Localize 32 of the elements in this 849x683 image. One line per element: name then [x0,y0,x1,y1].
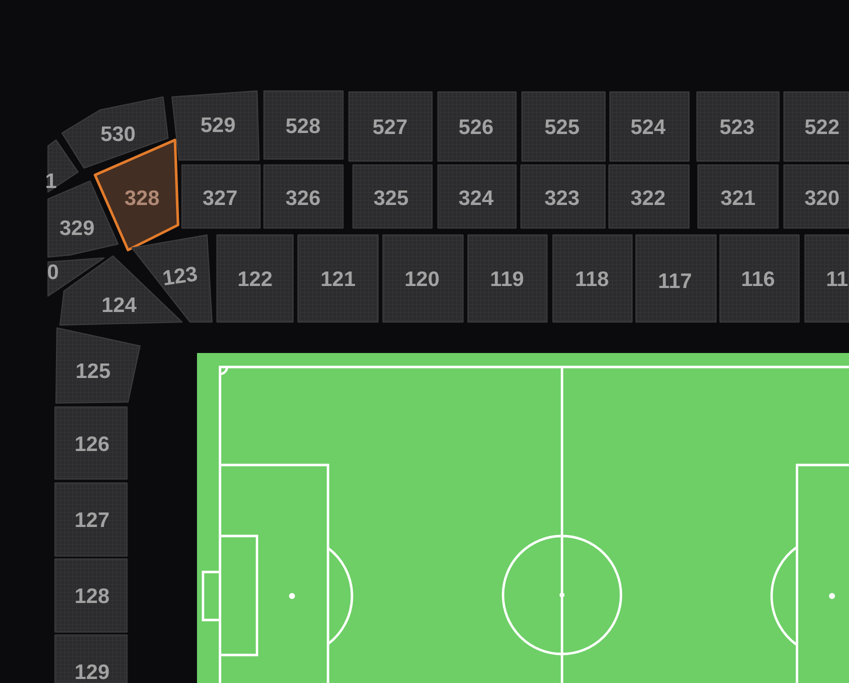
seat-section[interactable]: 1 [45,139,79,193]
seat-section[interactable]: 127 [54,482,128,557]
seat-section[interactable]: 119 [467,234,548,323]
seat-section[interactable]: 125 [55,327,141,404]
seat-section[interactable]: 129 [54,634,128,683]
seat-section[interactable]: 323 [520,164,606,229]
seat-section[interactable]: 522 [783,91,849,162]
seat-section[interactable]: 526 [437,91,517,162]
seat-section[interactable]: 324 [437,164,517,229]
seat-section[interactable]: 11 [804,234,849,323]
seat-section[interactable]: 320 [783,164,849,229]
seat-section[interactable]: 529 [171,90,260,161]
seat-section[interactable]: 121 [297,234,379,323]
seat-section[interactable]: 120 [382,234,464,323]
seat-section[interactable]: 528 [263,90,344,160]
seat-section[interactable]: 322 [608,164,690,229]
seat-section[interactable]: 524 [609,91,690,162]
seat-section[interactable]: 530 [61,96,169,169]
seat-section[interactable]: 523 [696,91,780,162]
seat-section[interactable]: 126 [54,406,128,480]
seat-section[interactable]: 118 [552,234,633,323]
seat-section[interactable]: 525 [521,91,606,162]
seat-section[interactable]: 327 [181,164,261,229]
seat-section[interactable]: 128 [54,558,128,633]
seat-section[interactable]: 116 [719,234,800,323]
seat-section[interactable]: 527 [348,91,433,162]
seat-section[interactable]: 326 [263,164,344,229]
seat-section[interactable]: 325 [352,164,433,229]
seat-section[interactable]: 122 [216,234,294,323]
seat-section[interactable]: 321 [697,164,779,229]
seat-section[interactable]: 0 [47,257,105,297]
seat-section[interactable]: 117 [635,234,717,323]
